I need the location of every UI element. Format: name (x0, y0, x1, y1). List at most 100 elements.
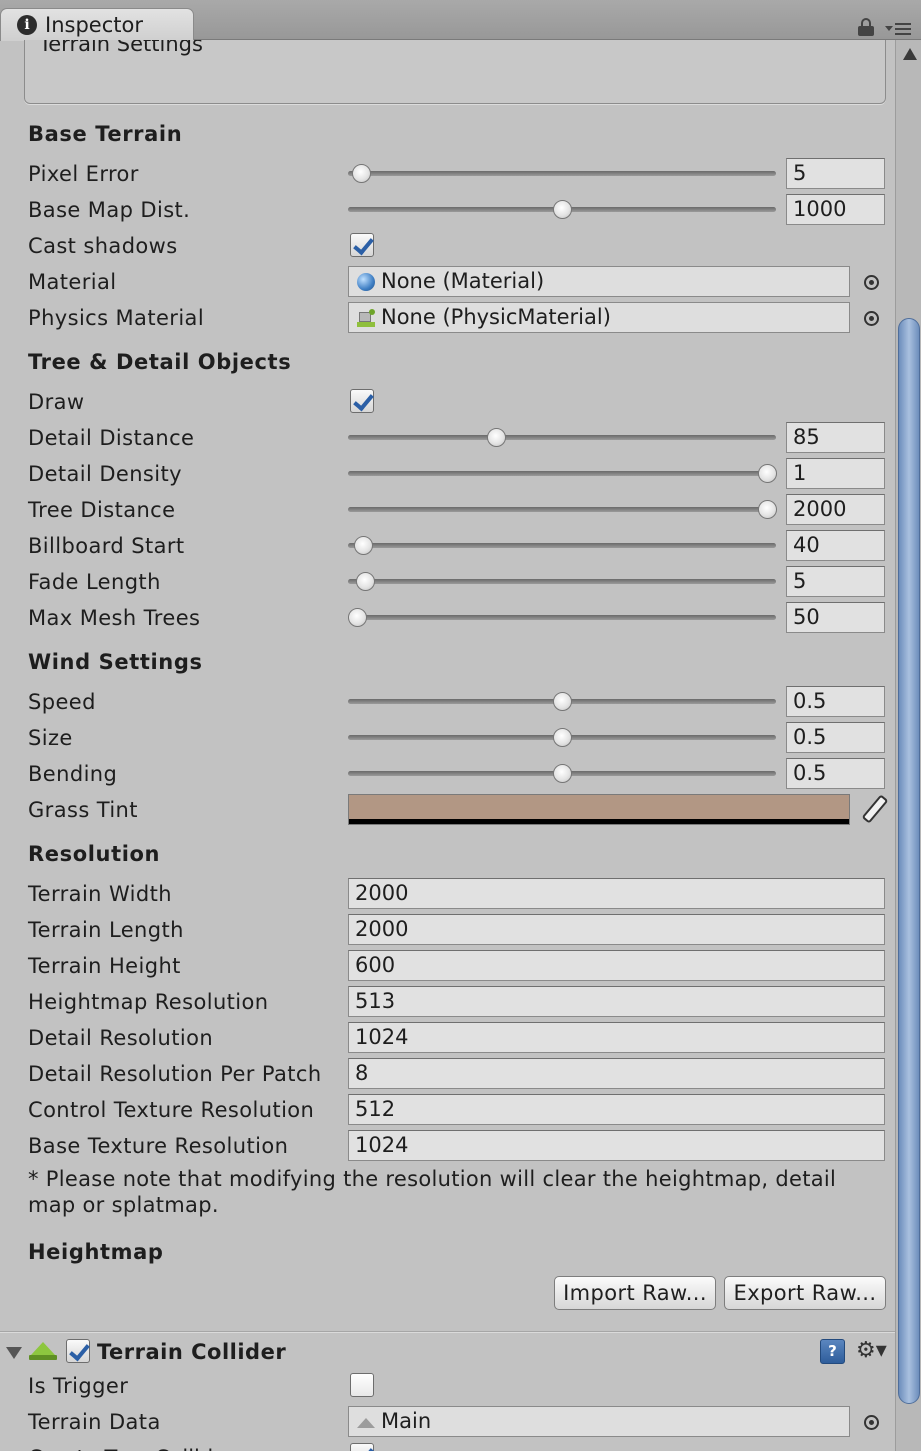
slider-knob[interactable] (553, 692, 572, 711)
detail-distance-slider[interactable] (348, 420, 776, 456)
base-texture-resolution-label: Base Texture Resolution (28, 1134, 289, 1158)
billboard-start-row: Billboard Start 40 (0, 528, 895, 564)
slider-knob[interactable] (356, 572, 376, 591)
terrain-settings-box: Terrain Settings (24, 40, 886, 104)
object-picker-icon[interactable] (864, 1415, 879, 1430)
tree-detail-header-row: Tree & Detail Objects (0, 344, 895, 380)
heightmap-resolution-field[interactable]: 513 (348, 986, 885, 1017)
detail-density-field[interactable]: 1 (786, 458, 885, 489)
info-icon: i (17, 15, 37, 35)
draw-checkbox[interactable] (350, 389, 374, 413)
base-map-dist-slider[interactable] (348, 192, 776, 228)
inspector-tab-label: Inspector (45, 13, 143, 37)
slider-knob[interactable] (351, 164, 371, 183)
terrain-data-row: Terrain Data Main (0, 1404, 895, 1440)
pixel-error-field[interactable]: 5 (786, 158, 885, 189)
is-trigger-checkbox[interactable] (350, 1373, 374, 1397)
bending-field[interactable]: 0.5 (786, 758, 885, 789)
detail-resolution-label: Detail Resolution (28, 1026, 214, 1050)
pixel-error-label: Pixel Error (28, 162, 139, 186)
terrain-width-field[interactable]: 2000 (348, 878, 885, 909)
heightmap-resolution-label: Heightmap Resolution (28, 990, 269, 1014)
slider-knob[interactable] (486, 428, 506, 447)
base-texture-resolution-field[interactable]: 1024 (348, 1130, 885, 1161)
help-icon[interactable]: ? (820, 1339, 845, 1364)
terrain-data-label: Terrain Data (28, 1410, 161, 1434)
is-trigger-label: Is Trigger (28, 1374, 129, 1398)
detail-resolution-per-patch-field[interactable]: 8 (348, 1058, 885, 1089)
resolution-header-row: Resolution (0, 836, 895, 872)
terrain-height-label: Terrain Height (28, 954, 181, 978)
resolution-header: Resolution (28, 842, 161, 866)
foldout-arrow-icon[interactable] (6, 1347, 22, 1359)
bending-row: Bending 0.5 (0, 756, 895, 792)
pixel-error-slider[interactable] (348, 156, 776, 192)
billboard-start-field[interactable]: 40 (786, 530, 885, 561)
component-divider (0, 1331, 895, 1333)
scrollbar-thumb[interactable] (898, 318, 920, 1404)
physics-material-value: None (PhysicMaterial) (381, 305, 611, 329)
slider-knob[interactable] (553, 200, 572, 219)
terrain-data-object-field[interactable]: Main (348, 1406, 850, 1437)
terrain-height-field[interactable]: 600 (348, 950, 885, 981)
physics-material-object-field[interactable]: None (PhysicMaterial) (348, 302, 850, 333)
inspector-tab-bar: i Inspector (0, 0, 921, 41)
fade-length-field[interactable]: 5 (786, 566, 885, 597)
terrain-width-row: Terrain Width 2000 (0, 876, 895, 912)
max-mesh-trees-field[interactable]: 50 (786, 602, 885, 633)
speed-field[interactable]: 0.5 (786, 686, 885, 717)
terrain-collider-enabled-checkbox[interactable] (66, 1339, 90, 1363)
max-mesh-trees-slider[interactable] (347, 600, 776, 636)
lock-icon[interactable] (858, 18, 874, 36)
base-map-dist-field[interactable]: 1000 (786, 194, 885, 225)
create-tree-colliders-label: Create Tree Colliders (28, 1440, 246, 1451)
menu-icon[interactable] (885, 22, 915, 36)
slider-knob[interactable] (347, 608, 367, 627)
slider-knob[interactable] (553, 728, 572, 747)
detail-distance-field[interactable]: 85 (786, 422, 885, 453)
terrain-collider-header[interactable]: Terrain Collider ? ⚙▾ (0, 1334, 895, 1372)
tree-distance-slider[interactable] (348, 492, 778, 528)
grass-tint-label: Grass Tint (28, 798, 138, 822)
cast-shadows-checkbox[interactable] (350, 233, 374, 257)
tree-distance-field[interactable]: 2000 (786, 494, 885, 525)
detail-resolution-field[interactable]: 1024 (348, 1022, 885, 1053)
detail-density-slider[interactable] (348, 456, 778, 492)
eyedropper-icon[interactable] (858, 794, 886, 822)
terrain-settings-label: Terrain Settings (39, 40, 203, 56)
export-raw-button[interactable]: Export Raw... (724, 1276, 886, 1310)
material-object-field[interactable]: None (Material) (348, 266, 850, 297)
size-slider[interactable] (348, 720, 776, 756)
slider-knob[interactable] (353, 536, 373, 555)
speed-slider[interactable] (348, 684, 776, 720)
slider-knob[interactable] (553, 764, 572, 783)
scroll-up-arrow-icon[interactable] (903, 48, 917, 60)
slider-knob[interactable] (758, 500, 778, 519)
physics-material-row: Physics Material None (PhysicMaterial) (0, 300, 895, 336)
heightmap-header-row: Heightmap (0, 1234, 895, 1270)
tree-detail-header: Tree & Detail Objects (28, 350, 292, 374)
fade-length-label: Fade Length (28, 570, 161, 594)
terrain-collider-icon (29, 1342, 57, 1362)
billboard-start-slider[interactable] (348, 528, 776, 564)
base-terrain-header-row: Base Terrain (0, 116, 895, 152)
create-tree-colliders-checkbox[interactable] (350, 1443, 374, 1451)
gear-icon[interactable]: ⚙▾ (856, 1338, 887, 1364)
object-picker-icon[interactable] (864, 275, 879, 290)
base-terrain-header: Base Terrain (28, 122, 183, 146)
bending-slider[interactable] (348, 756, 776, 792)
base-map-dist-label: Base Map Dist. (28, 198, 191, 222)
grass-tint-color-field[interactable] (348, 794, 850, 825)
fade-length-slider[interactable] (348, 564, 776, 600)
cast-shadows-label: Cast shadows (28, 234, 178, 258)
object-picker-icon[interactable] (864, 311, 879, 326)
max-mesh-trees-row: Max Mesh Trees 50 (0, 600, 895, 636)
size-field[interactable]: 0.5 (786, 722, 885, 753)
terrain-length-field[interactable]: 2000 (348, 914, 885, 945)
inspector-tab[interactable]: i Inspector (0, 8, 194, 41)
vertical-scrollbar[interactable] (895, 40, 921, 1451)
terrain-collider-title: Terrain Collider (97, 1340, 287, 1364)
slider-knob[interactable] (758, 464, 778, 483)
control-texture-resolution-field[interactable]: 512 (348, 1094, 885, 1125)
import-raw-button[interactable]: Import Raw... (554, 1276, 716, 1310)
